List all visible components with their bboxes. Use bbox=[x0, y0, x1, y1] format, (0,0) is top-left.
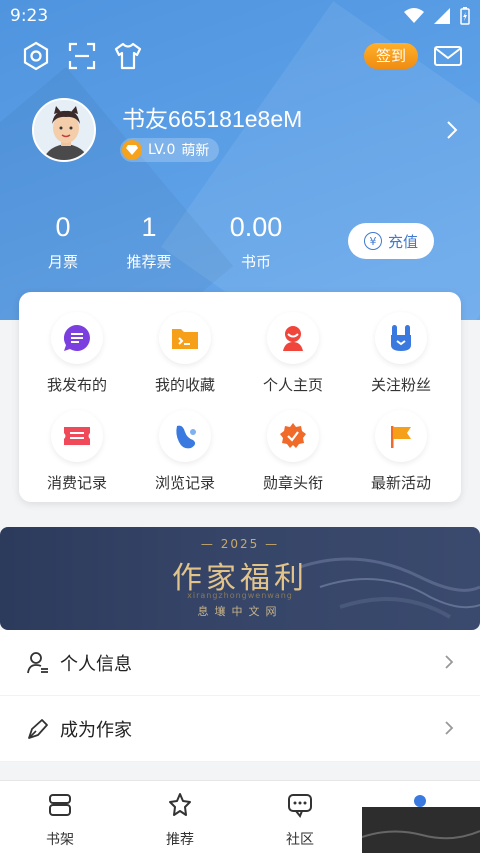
chevron-right-icon bbox=[445, 655, 454, 669]
battery-icon bbox=[460, 7, 470, 25]
func-label: 消费记录 bbox=[46, 474, 107, 492]
profile-header: 9:23 签到 书友665181e8eM LV.0 萌新 0 月票 1 推荐票 … bbox=[0, 0, 480, 320]
recharge-label: 充值 bbox=[387, 232, 418, 251]
avatar[interactable] bbox=[32, 98, 96, 162]
bookshelf-icon bbox=[49, 794, 71, 816]
nav-recommend[interactable]: 推荐 bbox=[120, 791, 240, 849]
stat-monthly-ticket[interactable]: 0 月票 bbox=[13, 212, 113, 272]
list-item-personal-info[interactable]: 个人信息 bbox=[0, 630, 480, 696]
yen-icon: ¥ bbox=[363, 232, 382, 250]
func-medals[interactable]: 勋章头衔 bbox=[238, 410, 348, 493]
func-spend-records[interactable]: 消费记录 bbox=[22, 410, 132, 493]
level-badge: LV.0 萌新 bbox=[120, 138, 220, 162]
signal-icon bbox=[434, 8, 450, 24]
top-toolbar: 签到 bbox=[0, 38, 480, 72]
bottom-nav: 书架 推荐 社区 bbox=[0, 780, 480, 853]
chat-doc-icon bbox=[51, 312, 103, 364]
nav-label: 书架 bbox=[46, 832, 74, 848]
func-browse-history[interactable]: 浏览记录 bbox=[130, 410, 240, 493]
writer-benefits-banner[interactable]: — 2025 — 作家福利 xirangzhongwenwang 息壤中文网 bbox=[0, 527, 480, 630]
nav-community[interactable]: 社区 bbox=[240, 791, 360, 849]
func-homepage[interactable]: 个人主页 bbox=[238, 312, 348, 395]
func-my-posts[interactable]: 我发布的 bbox=[22, 312, 132, 395]
banner-subtitle: 息壤中文网 bbox=[197, 605, 283, 618]
stat-value: 1 bbox=[141, 212, 157, 242]
medal-icon bbox=[267, 410, 319, 462]
list-item-become-writer[interactable]: 成为作家 bbox=[0, 696, 480, 762]
func-label: 个人主页 bbox=[262, 376, 323, 394]
func-label: 最新活动 bbox=[370, 474, 431, 492]
stat-book-coins[interactable]: 0.00 书币 bbox=[206, 212, 306, 272]
chat-bubble-icon bbox=[288, 794, 312, 818]
function-card: 我发布的 我的收藏 个人主页 关注粉丝 消费记录 浏览记录 勋章头衔 最新活动 bbox=[19, 292, 461, 502]
stat-label: 书币 bbox=[240, 253, 271, 271]
stat-recommend-ticket[interactable]: 1 推荐票 bbox=[99, 212, 199, 272]
list-item-label: 个人信息 bbox=[60, 653, 132, 675]
recharge-button[interactable]: ¥ 充值 bbox=[348, 223, 434, 259]
signin-button[interactable]: 签到 bbox=[363, 43, 418, 69]
func-follow-fans[interactable]: 关注粉丝 bbox=[346, 312, 456, 395]
level-text: LV.0 bbox=[148, 142, 176, 158]
func-label: 我的收藏 bbox=[154, 376, 215, 394]
chevron-right-icon bbox=[445, 721, 454, 735]
nav-bookshelf[interactable]: 书架 bbox=[0, 791, 120, 849]
user-home-icon bbox=[267, 312, 319, 364]
scan-icon[interactable] bbox=[66, 40, 98, 72]
mail-icon[interactable] bbox=[432, 40, 464, 72]
func-label: 勋章头衔 bbox=[262, 474, 323, 492]
banner-year: — 2025 — bbox=[200, 537, 280, 551]
func-label: 关注粉丝 bbox=[370, 376, 431, 394]
nav-label: 社区 bbox=[286, 832, 314, 848]
stat-label: 月票 bbox=[47, 253, 78, 271]
star-crown-icon bbox=[169, 793, 191, 816]
username: 书友665181e8eM bbox=[122, 106, 303, 132]
stat-label: 推荐票 bbox=[126, 253, 172, 271]
settings-list: 个人信息 成为作家 bbox=[0, 630, 480, 762]
skin-tshirt-icon[interactable] bbox=[112, 40, 144, 72]
level-title: 萌新 bbox=[181, 143, 210, 159]
status-bar: 9:23 bbox=[0, 0, 480, 34]
rock-hand-icon bbox=[375, 312, 427, 364]
func-label: 我发布的 bbox=[46, 376, 107, 394]
folder-icon bbox=[159, 312, 211, 364]
diamond-icon bbox=[122, 140, 142, 160]
func-label: 浏览记录 bbox=[154, 474, 215, 492]
list-item-label: 成为作家 bbox=[60, 719, 132, 741]
pen-icon bbox=[28, 718, 48, 739]
footprint-icon bbox=[159, 410, 211, 462]
user-info-icon bbox=[27, 651, 48, 673]
nav-label: 推荐 bbox=[166, 832, 194, 848]
settings-icon[interactable] bbox=[20, 40, 52, 72]
stat-value: 0 bbox=[55, 212, 71, 242]
banner-pinyin: xirangzhongwenwang bbox=[187, 591, 293, 600]
flag-icon bbox=[375, 410, 427, 462]
ticket-icon bbox=[51, 410, 103, 462]
wifi-icon bbox=[404, 8, 424, 23]
status-time: 9:23 bbox=[10, 6, 49, 26]
func-latest-events[interactable]: 最新活动 bbox=[346, 410, 456, 493]
chevron-right-icon[interactable] bbox=[446, 120, 458, 140]
func-my-favorites[interactable]: 我的收藏 bbox=[130, 312, 240, 395]
floating-thumbnail bbox=[361, 807, 480, 853]
stat-value: 0.00 bbox=[229, 212, 283, 242]
